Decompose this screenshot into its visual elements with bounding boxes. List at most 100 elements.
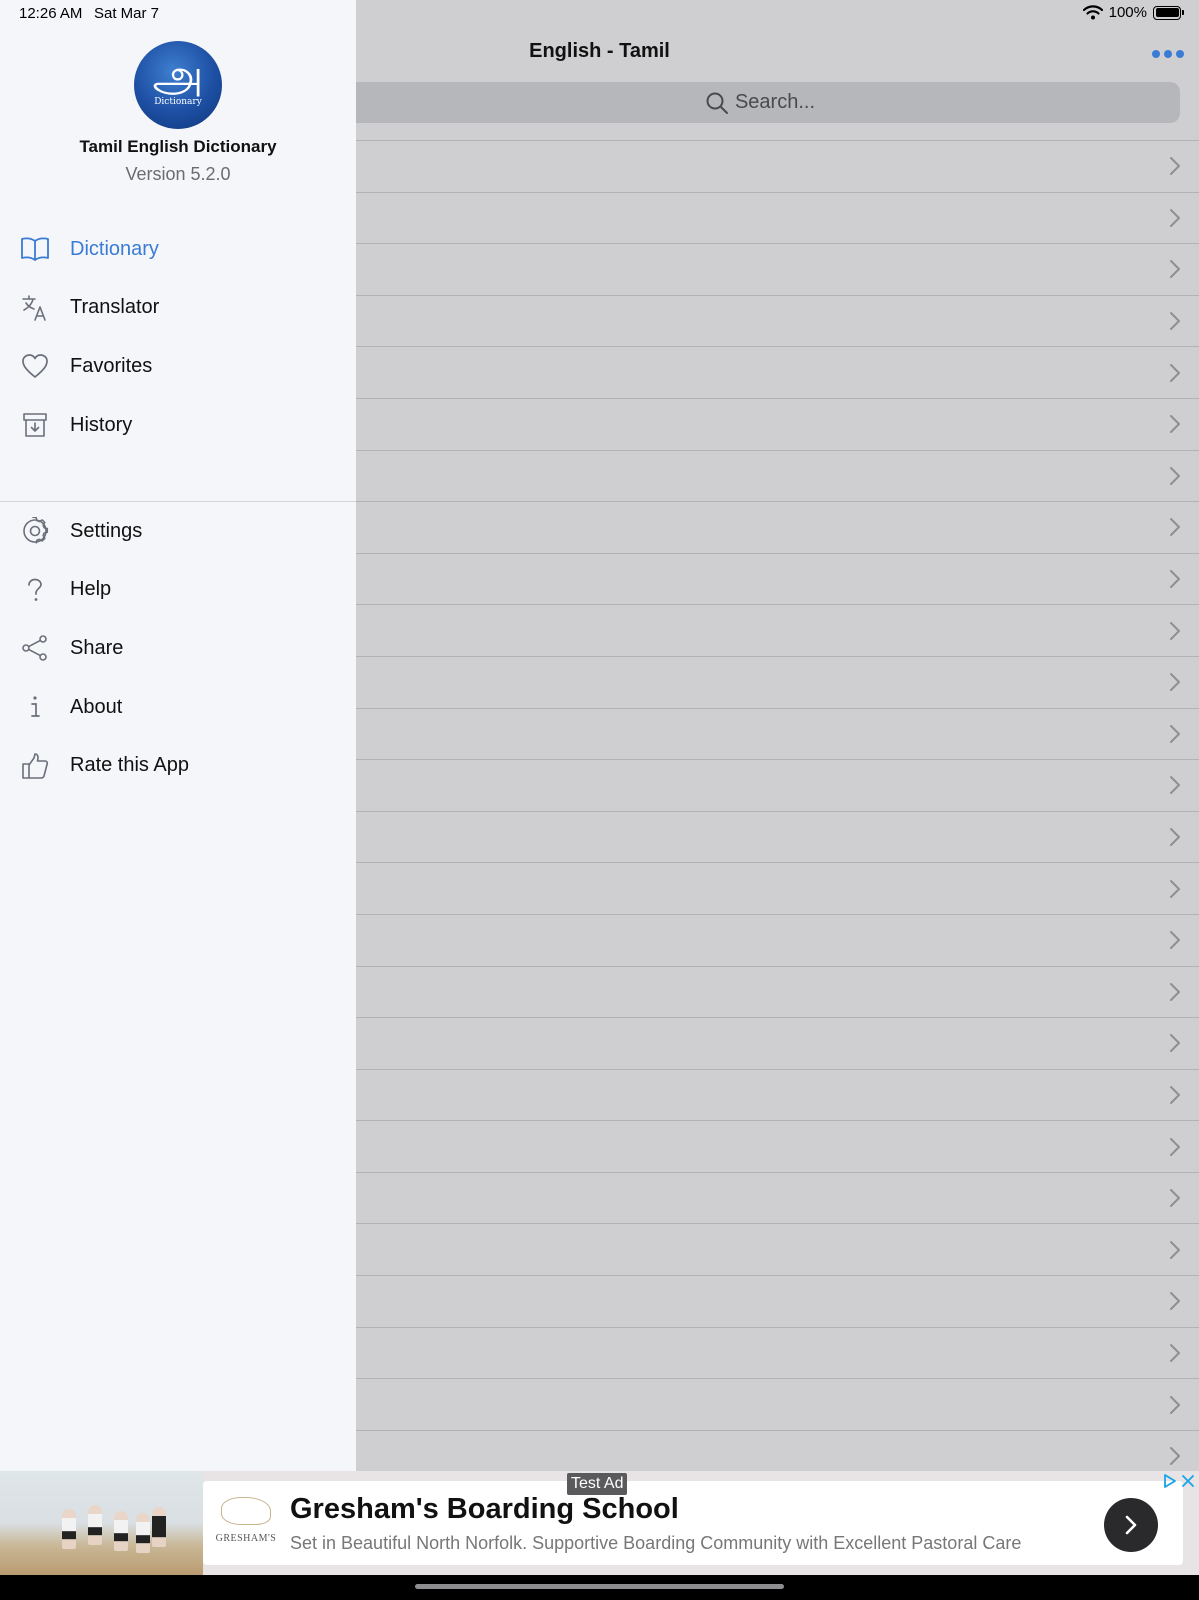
chevron-right-icon [1170, 1189, 1180, 1208]
chevron-right-icon [1170, 673, 1180, 692]
ad-choices-icon[interactable] [1163, 1474, 1177, 1488]
share-icon [18, 633, 52, 663]
logo-glyph: அ [152, 48, 204, 102]
menu-item-label: Share [70, 636, 124, 659]
menu-item-label: History [70, 413, 133, 436]
book-icon [18, 234, 52, 264]
chevron-right-icon [1170, 208, 1180, 227]
status-indicators: 100% [1082, 4, 1184, 21]
more-dot-icon [1176, 50, 1184, 58]
list-item[interactable] [356, 449, 1199, 502]
list-item[interactable] [356, 552, 1199, 605]
chevron-right-icon [1125, 1515, 1137, 1535]
list-item[interactable] [356, 1275, 1199, 1327]
list-item[interactable] [356, 243, 1199, 295]
list-item[interactable] [356, 140, 1199, 192]
menu-item-label: About [70, 695, 123, 718]
chevron-right-icon [1170, 828, 1180, 847]
list-item[interactable] [356, 965, 1199, 1018]
menu-item-share[interactable]: Share [0, 619, 356, 678]
battery-percent: 100% [1108, 4, 1147, 21]
chevron-right-icon [1170, 724, 1180, 743]
chevron-right-icon [1170, 1343, 1180, 1362]
ad-image [0, 1471, 203, 1575]
list-item[interactable] [356, 707, 1199, 760]
ad-image-figure [62, 1509, 76, 1549]
more-options-button[interactable] [1152, 44, 1186, 64]
menu-item-history[interactable]: History [0, 396, 356, 455]
menu-item-label: Rate this App [70, 754, 189, 777]
chevron-right-icon [1170, 570, 1180, 589]
battery-fill [1155, 8, 1179, 17]
list-item[interactable] [356, 1068, 1199, 1121]
list-item[interactable] [356, 913, 1199, 966]
menu-item-label: Translator [70, 296, 160, 319]
battery-icon [1153, 5, 1184, 20]
ad-image-figure [152, 1507, 166, 1547]
menu-item-label: Help [70, 578, 112, 601]
ad-open-button[interactable] [1104, 1498, 1158, 1552]
list-item[interactable] [356, 294, 1199, 347]
list-item[interactable] [356, 191, 1199, 244]
list-item[interactable] [356, 397, 1199, 450]
chevron-right-icon [1170, 157, 1180, 176]
thumbs-up-icon [18, 751, 52, 781]
ad-logo: GRESHAM'S [215, 1495, 277, 1555]
list-item[interactable] [356, 1120, 1199, 1172]
menu-item-rate-app[interactable]: Rate this App [0, 736, 356, 795]
menu-item-label: Dictionary [70, 237, 159, 260]
list-item[interactable] [356, 1017, 1199, 1069]
menu-item-label: Settings [70, 519, 143, 542]
app-version: Version 5.2.0 [125, 164, 231, 184]
ad-image-figure [136, 1513, 150, 1553]
ad-logo-emblem [221, 1497, 271, 1525]
list-item[interactable] [356, 655, 1199, 708]
translate-icon [18, 293, 52, 323]
chevron-right-icon [1170, 776, 1180, 795]
archive-icon [18, 410, 52, 440]
list-item[interactable] [356, 1223, 1199, 1275]
question-icon [18, 575, 52, 605]
status-time: 12:26 AM [19, 5, 83, 22]
chevron-right-icon [1170, 982, 1180, 1001]
home-indicator-area [0, 1575, 1199, 1600]
chevron-right-icon [1170, 415, 1180, 434]
menu-item-favorites[interactable]: Favorites [0, 337, 356, 396]
more-dot-icon [1152, 50, 1160, 58]
chevron-right-icon [1170, 1137, 1180, 1156]
home-indicator[interactable] [415, 1584, 784, 1589]
ad-image-figure [114, 1511, 128, 1551]
menu-item-translator[interactable]: Translator [0, 279, 356, 338]
chevron-right-icon [1170, 1034, 1180, 1053]
chevron-right-icon [1170, 1447, 1180, 1466]
list-item[interactable] [356, 1326, 1199, 1379]
list-item[interactable] [356, 501, 1199, 553]
ad-title[interactable]: Gresham's Boarding School [290, 1493, 679, 1526]
wifi-icon [1082, 5, 1103, 20]
chevron-right-icon [1170, 879, 1180, 898]
ad-choices[interactable] [1163, 1474, 1195, 1488]
primary-menu: Dictionary Translator Favorites History [0, 220, 356, 454]
more-dot-icon [1164, 50, 1172, 58]
list-item[interactable] [356, 1378, 1199, 1430]
close-icon[interactable] [1181, 1474, 1195, 1488]
menu-item-settings[interactable]: Settings [0, 502, 356, 561]
chevron-right-icon [1170, 1395, 1180, 1414]
menu-item-dictionary[interactable]: Dictionary [0, 220, 356, 279]
search-input[interactable]: Search... [340, 82, 1180, 123]
menu-item-help[interactable]: Help [0, 561, 356, 620]
menu-item-label: Favorites [70, 354, 153, 377]
info-icon [18, 692, 52, 722]
ad-logo-text: GRESHAM'S [215, 1533, 277, 1544]
heart-icon [18, 351, 52, 381]
chevron-right-icon [1170, 260, 1180, 279]
menu-item-about[interactable]: About [0, 678, 356, 737]
search-icon [706, 92, 728, 114]
list-item[interactable] [356, 1171, 1199, 1224]
list-item[interactable] [356, 346, 1199, 398]
list-item[interactable] [356, 862, 1199, 914]
list-item[interactable] [356, 604, 1199, 656]
list-item[interactable] [356, 759, 1199, 811]
ad-card[interactable]: GRESHAM'S Gresham's Boarding School Set … [203, 1481, 1183, 1565]
list-item[interactable] [356, 810, 1199, 863]
